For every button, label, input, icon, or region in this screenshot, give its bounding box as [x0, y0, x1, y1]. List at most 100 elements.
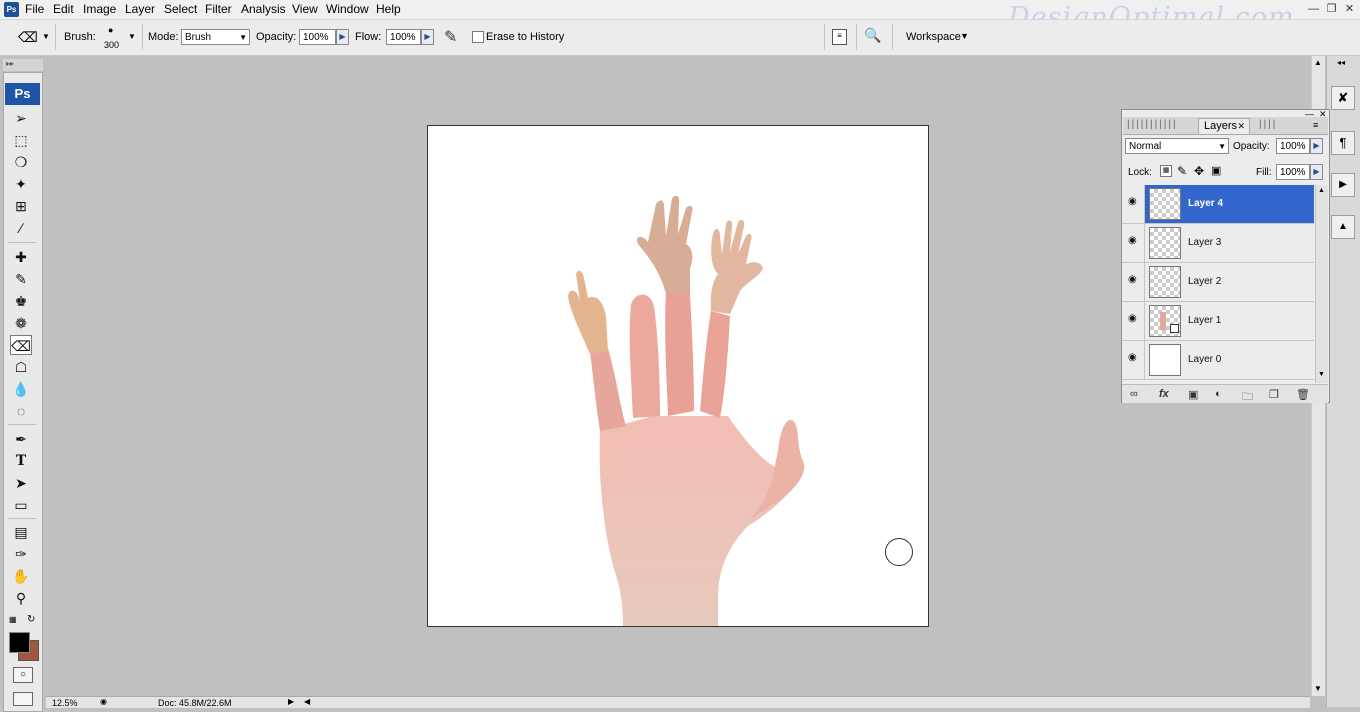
scroll-left-icon[interactable]: ◀ — [304, 697, 310, 706]
delete-layer-icon[interactable]: 🗑 — [1296, 388, 1310, 401]
swap-colors-icon[interactable]: ↻ — [27, 614, 35, 625]
new-layer-icon[interactable]: ❐ — [1269, 388, 1279, 401]
workspace-dropdown-icon[interactable]: ▼ — [960, 31, 969, 41]
tab-layers[interactable]: Layers ✕ — [1198, 118, 1250, 134]
path-selection-icon[interactable]: ➤ — [10, 473, 32, 493]
menu-layer[interactable]: Layer — [125, 2, 155, 16]
brush-tip-icon[interactable]: ● — [108, 25, 113, 35]
layer-row-3[interactable]: ◉ Layer 3 — [1122, 224, 1314, 263]
visibility-toggle[interactable]: ◉ — [1122, 263, 1145, 301]
menu-edit[interactable]: Edit — [53, 2, 74, 16]
blur-tool-icon[interactable]: 💧 — [10, 379, 32, 399]
lock-all-icon[interactable]: ▣ — [1211, 164, 1221, 177]
magic-wand-icon[interactable]: ✦ — [10, 174, 32, 194]
fill-slider-icon[interactable]: ▶ — [1310, 164, 1323, 180]
status-menu-icon[interactable]: ◉ — [100, 697, 107, 706]
menu-help[interactable]: Help — [376, 2, 401, 16]
layer-opacity-input[interactable]: 100% — [1276, 138, 1310, 154]
marquee-tool-icon[interactable]: ⬚ — [10, 130, 32, 150]
brush-tool-icon[interactable]: ✎ — [10, 269, 32, 289]
scroll-down-icon[interactable]: ▼ — [1314, 684, 1322, 693]
layer-row-1[interactable]: ◉ Layer 1 — [1122, 302, 1314, 341]
visibility-toggle[interactable]: ◉ — [1122, 302, 1145, 340]
minimize-icon[interactable]: — — [1307, 3, 1320, 15]
menu-select[interactable]: Select — [164, 2, 197, 16]
menu-view[interactable]: View — [292, 2, 318, 16]
hand-tool-icon[interactable]: ✋ — [10, 566, 32, 586]
layers-scrollbar[interactable]: ▲ ▼ — [1315, 185, 1328, 383]
scroll-up-icon[interactable]: ▲ — [1314, 58, 1322, 67]
eraser-preset-icon[interactable]: ⌫ — [18, 29, 38, 46]
palette-well-icon[interactable]: ≡ — [832, 29, 847, 45]
eraser-tool-icon[interactable]: ⌫ — [10, 335, 32, 355]
status-arrow-icon[interactable]: ▶ — [288, 697, 294, 706]
new-group-icon[interactable]: 🗀 — [1242, 388, 1253, 407]
tab-close-icon[interactable]: ✕ — [1237, 119, 1245, 134]
eyedropper-icon[interactable]: ✑ — [10, 544, 32, 564]
lock-position-icon[interactable]: ✥ — [1194, 164, 1204, 178]
shape-tool-icon[interactable]: ▭ — [10, 495, 32, 515]
erase-history-checkbox[interactable] — [472, 31, 484, 43]
grouped-tabs[interactable]: ||||||||||| — [1127, 119, 1178, 130]
document-canvas[interactable] — [427, 125, 929, 627]
blend-mode-select[interactable]: Normal ▼ — [1125, 138, 1229, 154]
layer-opacity-slider-icon[interactable]: ▶ — [1310, 138, 1323, 154]
move-tool-icon[interactable]: ➢ — [10, 108, 32, 128]
menu-filter[interactable]: Filter — [205, 2, 232, 16]
notes-tool-icon[interactable]: ▤ — [10, 522, 32, 542]
close-icon[interactable]: ✕ — [1343, 3, 1356, 15]
add-mask-icon[interactable]: ▣ — [1188, 388, 1198, 401]
type-tool-icon[interactable]: T — [10, 451, 32, 471]
scroll-down-icon[interactable]: ▼ — [1318, 371, 1325, 378]
toolbox-header[interactable]: ▸▸ — [3, 59, 43, 71]
clone-stamp-icon[interactable]: ♚ — [10, 291, 32, 311]
bridge-icon[interactable]: 🔍 — [864, 27, 881, 44]
histogram-icon[interactable]: ▲ — [1331, 215, 1355, 239]
layer-style-icon[interactable]: fx — [1159, 388, 1169, 400]
opacity-input[interactable]: 100% — [299, 29, 336, 45]
visibility-toggle[interactable]: ◉ — [1122, 341, 1145, 379]
layer-row-2[interactable]: ◉ Layer 2 — [1122, 263, 1314, 302]
opacity-slider-icon[interactable]: ▶ — [336, 29, 349, 45]
airbrush-icon[interactable]: ✎ — [444, 27, 457, 47]
expand-dock-icon[interactable]: ◂◂ — [1337, 58, 1345, 67]
actions-icon[interactable]: ▶ — [1331, 173, 1355, 197]
scroll-up-icon[interactable]: ▲ — [1318, 187, 1325, 194]
fill-input[interactable]: 100% — [1276, 164, 1310, 180]
paint-bucket-icon[interactable]: ☖ — [10, 357, 32, 377]
brush-dropdown-icon[interactable]: ▼ — [128, 32, 136, 41]
layer-row-0[interactable]: ◉ Layer 0 — [1122, 341, 1314, 380]
quick-mask-icon[interactable]: ○ — [13, 667, 33, 683]
foreground-color-swatch[interactable] — [9, 632, 30, 653]
crop-tool-icon[interactable]: ⊞ — [10, 196, 32, 216]
pen-tool-icon[interactable]: ✒ — [10, 429, 32, 449]
menu-image[interactable]: Image — [83, 2, 116, 16]
visibility-toggle[interactable]: ◉ — [1122, 224, 1145, 262]
collapse-icon[interactable]: ▸▸ — [6, 59, 14, 68]
paragraph-icon[interactable]: ¶ — [1331, 131, 1355, 155]
link-layers-icon[interactable]: ∞ — [1130, 388, 1138, 400]
lock-transparency-icon[interactable]: ▦ — [1160, 165, 1172, 177]
zoom-tool-icon[interactable]: ⚲ — [10, 588, 32, 608]
healing-brush-icon[interactable]: ✚ — [10, 247, 32, 267]
lock-pixels-icon[interactable]: ✎ — [1177, 164, 1187, 178]
menu-window[interactable]: Window — [326, 2, 369, 16]
menu-file[interactable]: File — [25, 2, 44, 16]
menu-analysis[interactable]: Analysis — [241, 2, 286, 16]
workspace-button[interactable]: Workspace — [906, 31, 961, 43]
dodge-tool-icon[interactable]: ◌ — [10, 401, 32, 421]
restore-icon[interactable]: ❐ — [1325, 3, 1338, 15]
adjustment-layer-icon[interactable]: ◐ — [1215, 388, 1222, 400]
layer-row-4[interactable]: ◉ Layer 4 — [1122, 185, 1314, 224]
visibility-toggle[interactable]: ◉ — [1122, 185, 1145, 223]
photoshop-app-icon[interactable]: Ps — [4, 2, 19, 17]
panel-menu-icon[interactable]: ≡ — [1313, 120, 1318, 130]
grouped-tabs-right[interactable]: |||| — [1259, 119, 1277, 130]
mode-select[interactable]: Brush ▼ — [181, 29, 250, 45]
flow-slider-icon[interactable]: ▶ — [421, 29, 434, 45]
tool-presets-icon[interactable]: ✘ — [1331, 86, 1355, 110]
lasso-tool-icon[interactable]: ❍ — [10, 152, 32, 172]
preset-dropdown-icon[interactable]: ▼ — [42, 32, 50, 41]
default-colors-icon[interactable]: ▦ — [9, 615, 17, 624]
flow-input[interactable]: 100% — [386, 29, 421, 45]
